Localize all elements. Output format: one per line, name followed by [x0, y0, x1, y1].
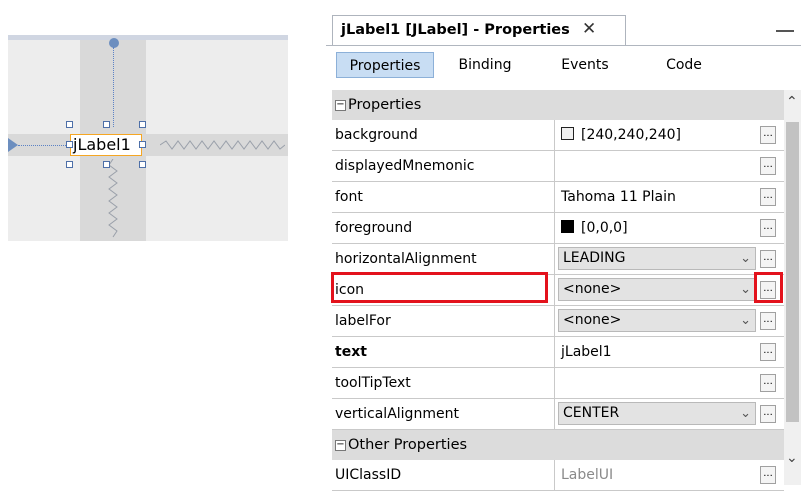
- ellipsis-button[interactable]: ...: [760, 343, 776, 361]
- property-value[interactable]: Tahoma 11 Plain: [561, 182, 676, 212]
- highlight-icon-ellipsis-button: [754, 272, 783, 303]
- tab-divider: [326, 45, 801, 46]
- properties-window-title: jLabel1 [JLabel] - Properties: [341, 22, 570, 38]
- color-swatch-icon: [561, 127, 574, 140]
- scroll-up-icon[interactable]: ⌃: [786, 94, 798, 110]
- property-name: font: [332, 182, 555, 212]
- property-name: verticalAlignment: [332, 399, 555, 429]
- property-row-background[interactable]: background [240,240,240] ...: [332, 120, 784, 151]
- combo-value: <none>: [563, 312, 622, 328]
- resize-handle-right[interactable]: [139, 141, 146, 148]
- ellipsis-button[interactable]: ...: [760, 312, 776, 330]
- resize-handle-bottom-right[interactable]: [139, 161, 146, 168]
- property-row-font[interactable]: font Tahoma 11 Plain ...: [332, 182, 784, 213]
- property-name: UIClassID: [332, 460, 555, 490]
- jlabel-component-text: jLabel1: [73, 135, 131, 154]
- chevron-down-icon[interactable]: ⌄: [740, 248, 751, 269]
- ellipsis-button[interactable]: ...: [760, 466, 776, 484]
- resize-handle-bottom-left[interactable]: [66, 161, 73, 168]
- property-row-verticalalignment[interactable]: verticalAlignment CENTER ⌄ ...: [332, 399, 784, 430]
- ellipsis-button[interactable]: ...: [760, 157, 776, 175]
- close-icon[interactable]: ✕: [582, 19, 596, 39]
- chevron-down-icon[interactable]: ⌄: [740, 310, 751, 331]
- category-label: Properties: [348, 97, 422, 113]
- combo-value: CENTER: [563, 405, 620, 421]
- form-designer-canvas[interactable]: jLabel1: [8, 35, 288, 241]
- jlabel-component[interactable]: jLabel1: [70, 134, 142, 156]
- resize-handle-top[interactable]: [103, 121, 110, 128]
- property-combo[interactable]: <none> ⌄: [558, 278, 756, 301]
- resize-handle-top-right[interactable]: [139, 121, 146, 128]
- category-label: Other Properties: [348, 437, 468, 453]
- horizontal-resize-spring-icon: [160, 140, 285, 150]
- ellipsis-button[interactable]: ...: [760, 188, 776, 206]
- combo-value: LEADING: [563, 250, 626, 266]
- tab-properties[interactable]: Properties: [336, 52, 434, 78]
- ellipsis-button[interactable]: ...: [760, 405, 776, 423]
- property-value-text: [240,240,240]: [581, 127, 681, 143]
- resize-handle-left[interactable]: [66, 141, 73, 148]
- property-name: horizontalAlignment: [332, 244, 555, 274]
- property-name: text: [332, 337, 555, 367]
- scrollbar-thumb[interactable]: [786, 122, 799, 422]
- scroll-down-icon[interactable]: ⌄: [786, 450, 798, 466]
- property-row-displayedmnemonic[interactable]: displayedMnemonic ...: [332, 151, 784, 182]
- collapse-icon[interactable]: −: [335, 440, 346, 451]
- top-anchor-line: [113, 47, 114, 127]
- property-value[interactable]: jLabel1: [561, 337, 612, 367]
- property-name: background: [332, 120, 555, 150]
- property-row-horizontalalignment[interactable]: horizontalAlignment LEADING ⌄ ...: [332, 244, 784, 275]
- property-name: displayedMnemonic: [332, 151, 555, 181]
- property-value[interactable]: [0,0,0]: [561, 213, 628, 243]
- ellipsis-button[interactable]: ...: [760, 219, 776, 237]
- tab-binding[interactable]: Binding: [444, 52, 526, 78]
- chevron-down-icon[interactable]: ⌄: [740, 279, 751, 300]
- properties-panel: jLabel1 [JLabel] - Properties ✕ Properti…: [326, 8, 801, 491]
- designer-top-guide: [8, 35, 288, 40]
- ellipsis-button[interactable]: ...: [760, 374, 776, 392]
- property-row-tooltiptext[interactable]: toolTipText ...: [332, 368, 784, 399]
- resize-handle-bottom[interactable]: [103, 161, 110, 168]
- resize-handle-top-left[interactable]: [66, 121, 73, 128]
- category-other-properties[interactable]: − Other Properties: [332, 430, 784, 460]
- property-value-text: [0,0,0]: [581, 220, 628, 236]
- property-combo[interactable]: LEADING ⌄: [558, 247, 756, 270]
- properties-window-tab[interactable]: jLabel1 [JLabel] - Properties ✕: [332, 15, 626, 45]
- property-row-labelfor[interactable]: labelFor <none> ⌄ ...: [332, 306, 784, 337]
- property-combo[interactable]: CENTER ⌄: [558, 402, 756, 425]
- property-row-uiclassid[interactable]: UIClassID LabelUI ...: [332, 460, 784, 491]
- minimize-icon[interactable]: [776, 30, 794, 32]
- top-anchor-icon: [109, 38, 119, 48]
- property-row-foreground[interactable]: foreground [0,0,0] ...: [332, 213, 784, 244]
- property-row-text[interactable]: text jLabel1 ...: [332, 337, 784, 368]
- chevron-down-icon[interactable]: ⌄: [740, 403, 751, 424]
- property-name: toolTipText: [332, 368, 555, 398]
- tab-events[interactable]: Events: [546, 52, 624, 78]
- color-swatch-icon: [561, 220, 574, 233]
- property-name: foreground: [332, 213, 555, 243]
- property-combo[interactable]: <none> ⌄: [558, 309, 756, 332]
- property-name: labelFor: [332, 306, 555, 336]
- property-value[interactable]: [240,240,240]: [561, 120, 681, 150]
- category-properties[interactable]: − Properties: [332, 90, 784, 120]
- property-value: LabelUI: [561, 467, 614, 483]
- ellipsis-button[interactable]: ...: [760, 250, 776, 268]
- vertical-resize-spring-icon: [108, 159, 118, 238]
- combo-value: <none>: [563, 281, 622, 297]
- vertical-scrollbar[interactable]: ⌃ ⌄: [784, 90, 801, 485]
- ellipsis-button[interactable]: ...: [760, 126, 776, 144]
- left-anchor-line: [18, 145, 70, 146]
- tab-code[interactable]: Code: [656, 52, 712, 78]
- highlight-icon-row: [331, 272, 548, 303]
- collapse-icon[interactable]: −: [335, 100, 346, 111]
